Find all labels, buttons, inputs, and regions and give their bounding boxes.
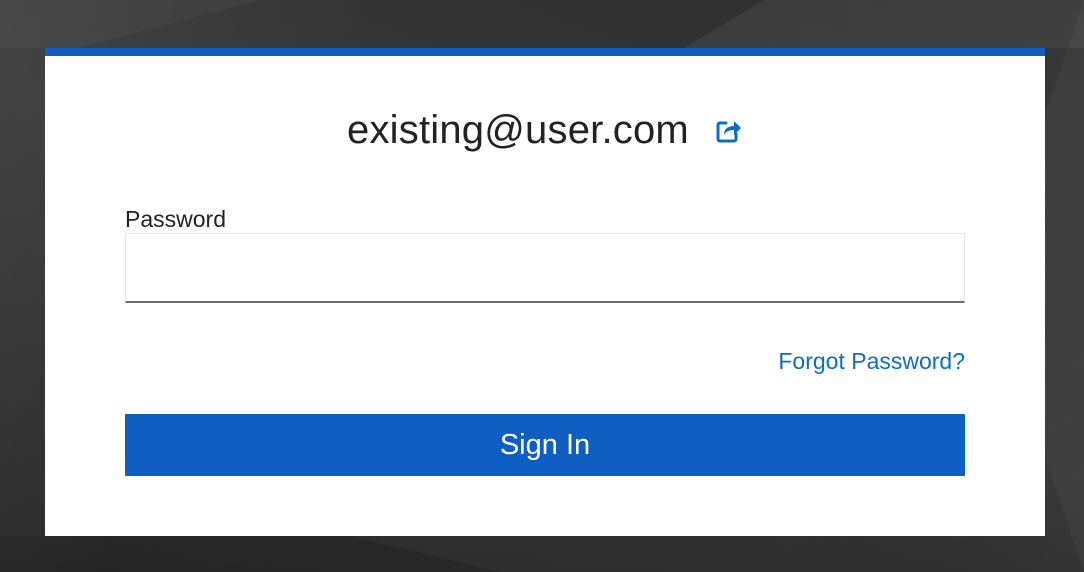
login-card: existing@user.com Password Forgot Passwo…: [45, 48, 1045, 536]
background-facet: [1045, 0, 1084, 572]
password-label: Password: [125, 206, 226, 232]
background-facet: [684, 0, 1084, 48]
background-facet: [0, 0, 260, 48]
password-input[interactable]: [125, 233, 965, 303]
sign-in-button[interactable]: Sign In: [125, 414, 965, 476]
identity-row: existing@user.com: [45, 104, 1045, 156]
user-identity: existing@user.com: [347, 108, 689, 152]
share-arrow-icon[interactable]: [715, 116, 743, 144]
background-facet: [0, 536, 500, 572]
forgot-password-link[interactable]: Forgot Password?: [778, 348, 965, 375]
